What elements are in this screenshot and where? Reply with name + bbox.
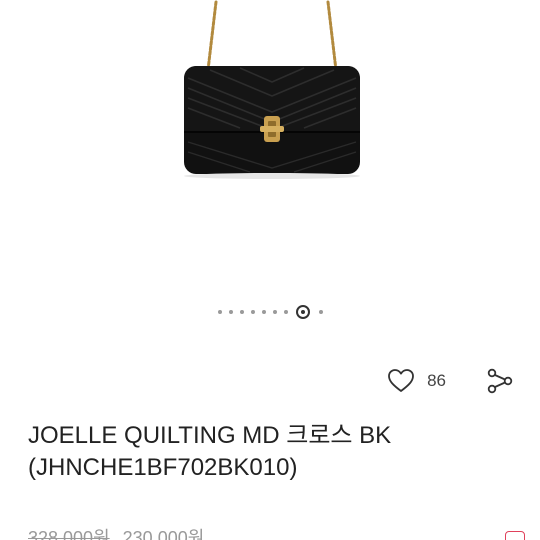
- coupon-badge[interactable]: [505, 531, 525, 540]
- carousel-dot[interactable]: [239, 310, 244, 314]
- carousel-dot[interactable]: [272, 310, 277, 314]
- product-actions: 86: [387, 366, 514, 396]
- carousel-dot[interactable]: [261, 310, 266, 314]
- carousel-dot[interactable]: [250, 310, 255, 314]
- share-button[interactable]: [486, 367, 514, 395]
- carousel-dot[interactable]: [283, 310, 288, 314]
- product-image[interactable]: [0, 0, 540, 290]
- product-detail-page: 86 JOELLE QUILTING MD 크로스 BK (JHNCHE1BF7…: [0, 0, 540, 540]
- original-price: 328,000원: [28, 528, 110, 540]
- like-button[interactable]: 86: [387, 368, 446, 394]
- carousel-dot[interactable]: [217, 310, 222, 314]
- carousel-dot[interactable]: [228, 310, 233, 314]
- heart-outline-icon: [388, 369, 414, 392]
- carousel-dot-active[interactable]: [296, 305, 310, 319]
- product-code: (JHNCHE1BF702BK010): [28, 454, 298, 481]
- carousel-indicator[interactable]: [0, 303, 540, 321]
- product-title: JOELLE QUILTING MD 크로스 BK (JHNCHE1BF702B…: [28, 420, 518, 484]
- share-icon: [487, 368, 513, 394]
- price-row: 328,000원 230,000원: [28, 524, 204, 540]
- like-count: 86: [427, 371, 446, 390]
- sale-price: 230,000원: [122, 528, 205, 540]
- product-title-line1: JOELLE QUILTING MD 크로스 BK: [28, 422, 392, 449]
- carousel-dot[interactable]: [318, 310, 323, 314]
- bag-illustration: [184, 0, 360, 179]
